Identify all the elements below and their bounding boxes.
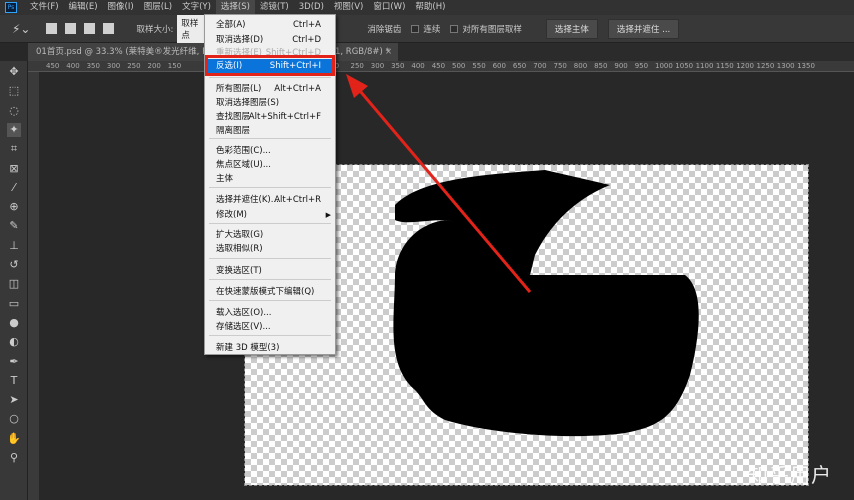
annotation-arrow xyxy=(346,74,532,293)
